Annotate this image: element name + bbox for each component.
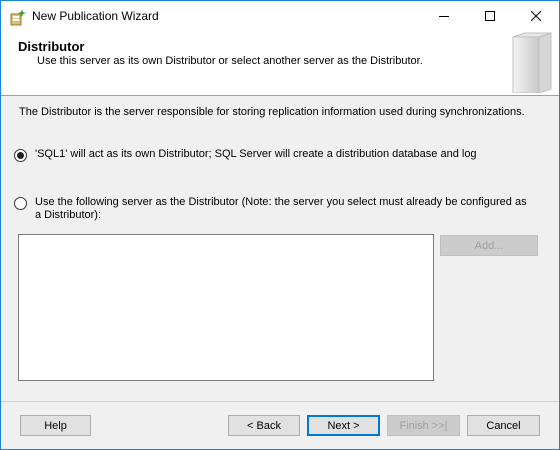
window-title: New Publication Wizard — [32, 9, 159, 23]
close-icon — [531, 11, 541, 21]
page-subtitle: Use this server as its own Distributor o… — [37, 55, 423, 67]
description-text: The Distributor is the server responsibl… — [19, 106, 525, 118]
page-title: Distributor — [18, 39, 85, 54]
title-bar: New Publication Wizard — [1, 1, 559, 31]
radio-own-distributor[interactable] — [14, 149, 27, 162]
option-own-distributor-label: 'SQL1' will act as its own Distributor; … — [35, 148, 477, 160]
maximize-icon — [485, 11, 495, 21]
wizard-window: New Publication Wizard Distributor Use t… — [0, 0, 560, 450]
back-button[interactable]: < Back — [228, 415, 300, 436]
next-button[interactable]: Next > — [307, 415, 380, 436]
option-other-distributor[interactable]: Use the following server as the Distribu… — [14, 196, 534, 222]
close-button[interactable] — [513, 1, 559, 31]
minimize-button[interactable] — [421, 1, 467, 31]
option-own-distributor[interactable]: 'SQL1' will act as its own Distributor; … — [14, 148, 477, 162]
cancel-button[interactable]: Cancel — [467, 415, 540, 436]
help-button[interactable]: Help — [20, 415, 91, 436]
finish-button[interactable]: Finish >>| — [387, 415, 460, 436]
minimize-icon — [439, 16, 449, 17]
distributor-server-list[interactable] — [18, 234, 434, 381]
wizard-header: Distributor Use this server as its own D… — [1, 31, 559, 96]
server-graphic-icon — [512, 32, 552, 93]
add-button[interactable]: Add... — [440, 235, 538, 256]
radio-other-distributor[interactable] — [14, 197, 27, 210]
maximize-button[interactable] — [467, 1, 513, 31]
footer-divider — [1, 401, 559, 402]
wizard-icon — [10, 8, 28, 26]
option-other-distributor-label: Use the following server as the Distribu… — [35, 196, 527, 221]
